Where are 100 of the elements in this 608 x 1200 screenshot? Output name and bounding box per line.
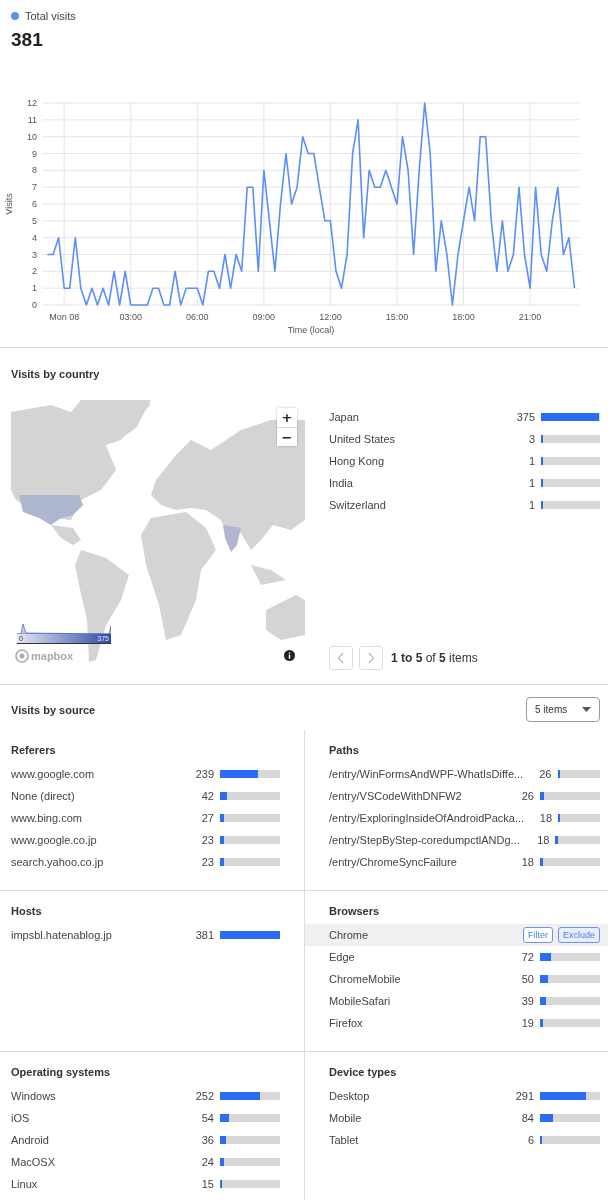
visit-count: 50 (520, 973, 534, 985)
visit-count: 1 (527, 455, 535, 467)
list-row[interactable]: impsbl.hatenablog.jp 381 (11, 924, 280, 946)
item-name: Windows (11, 1090, 57, 1102)
list-row[interactable]: Edge 72 (305, 946, 600, 968)
axis-tick-label: 8 (32, 165, 37, 176)
axis-tick-label: 12:00 (319, 312, 342, 322)
axis-tick-label: 12 (27, 98, 37, 108)
item-name: Linux (11, 1178, 39, 1190)
visit-count: 239 (194, 768, 214, 780)
zoom-in-button[interactable]: + (277, 408, 297, 427)
item-name: iOS (11, 1112, 31, 1124)
visit-count: 15 (200, 1178, 214, 1190)
progress-bar (540, 1114, 600, 1122)
country-name: Hong Kong (329, 455, 386, 467)
axis-tick-label: 03:00 (119, 312, 142, 322)
list-row[interactable]: www.google.com 239 (11, 763, 280, 785)
progress-bar (541, 413, 600, 421)
progress-bar (220, 770, 280, 778)
list-row[interactable]: Tablet 6 (305, 1129, 600, 1151)
visit-count: 23 (200, 834, 214, 846)
axis-tick-label: 11 (27, 114, 37, 125)
progress-bar (220, 1092, 280, 1100)
axis-title: Visits (4, 193, 14, 215)
list-row[interactable]: MobileSafari 39 (305, 990, 600, 1012)
visit-count: 26 (538, 768, 552, 780)
progress-bar (541, 501, 600, 509)
progress-bar (220, 858, 280, 866)
list-row[interactable]: /entry/VSCodeWithDNFW2 26 (305, 785, 600, 807)
list-row[interactable]: iOS 54 (11, 1107, 280, 1129)
list-row[interactable]: www.google.co.jp 23 (11, 829, 280, 851)
exclude-button[interactable]: Exclude (557, 927, 600, 943)
item-name: /entry/WinFormsAndWPF-WhatIsDiffe... (329, 768, 524, 780)
axis-tick-label: 9 (32, 148, 37, 159)
axis-title: Time (local) (287, 325, 335, 335)
progress-bar (540, 858, 600, 866)
item-name: Android (11, 1134, 50, 1146)
axis-tick-label: 3 (32, 249, 37, 260)
histogram-icon (17, 624, 111, 634)
item-name: MacOSX (11, 1156, 56, 1168)
chevron-right-icon (367, 652, 375, 664)
caret-icon (582, 707, 591, 712)
item-name: www.google.co.jp (11, 834, 98, 846)
list-row[interactable]: /entry/ChromeSyncFailure 18 (305, 851, 600, 873)
zoom-out-button[interactable]: − (277, 427, 297, 446)
item-name: search.yahoo.co.jp (11, 856, 105, 868)
progress-bar (540, 975, 600, 983)
list-row[interactable]: None (direct) 42 (11, 785, 280, 807)
progress-bar (220, 1114, 280, 1122)
progress-bar (220, 931, 280, 939)
progress-bar (557, 770, 600, 778)
list-row[interactable]: www.bing.com 27 (11, 807, 280, 829)
visit-count: 1 (527, 477, 535, 489)
list-row[interactable]: Windows 252 (11, 1085, 280, 1107)
list-row[interactable]: Android 36 (11, 1129, 280, 1151)
item-name: None (direct) (11, 790, 76, 802)
axis-tick-label: 2 (32, 266, 37, 277)
item-name: www.bing.com (11, 812, 83, 824)
visit-count: 18 (536, 834, 550, 846)
list-row[interactable]: MacOSX 24 (11, 1151, 280, 1173)
country-name: United States (329, 433, 397, 445)
map-logo: mapbox (31, 650, 74, 662)
list-row[interactable]: /entry/WinFormsAndWPF-WhatIsDiffe... 26 (305, 763, 600, 785)
axis-tick-label: 7 (32, 182, 37, 193)
list-row[interactable]: Desktop 291 (305, 1085, 600, 1107)
list-row[interactable]: Firefox 19 (305, 1012, 600, 1034)
progress-bar (540, 997, 600, 1005)
logo-icon (15, 649, 29, 663)
visit-count: 42 (200, 790, 214, 802)
axis-tick-label: 4 (32, 232, 37, 243)
visit-count: 26 (520, 790, 534, 802)
list-row[interactable]: ChromeMobile 50 (305, 968, 600, 990)
axis-tick-label: 5 (32, 215, 37, 226)
axis-tick-label: 21:00 (518, 312, 542, 322)
list-row[interactable]: Mobile 84 (305, 1107, 600, 1129)
visit-count: 19 (520, 1017, 534, 1029)
visit-count: 291 (514, 1090, 534, 1102)
visit-count: 375 (515, 411, 535, 423)
highlighted-row[interactable]: Chrome Filter Exclude (305, 924, 608, 946)
list-row[interactable]: /entry/StepByStep-coredumpctlANDg... 18 (305, 829, 600, 851)
visit-count: 252 (194, 1090, 214, 1102)
panel-title: Operating systems (11, 1065, 112, 1080)
item-name: /entry/VSCodeWithDNFW2 (329, 790, 463, 802)
list-row[interactable]: search.yahoo.co.jp 23 (11, 851, 280, 873)
axis-tick-label: 1 (32, 283, 37, 294)
item-name: impsbl.hatenablog.jp (11, 929, 113, 941)
visit-count: 23 (200, 856, 214, 868)
country-name: India (329, 477, 354, 489)
items-dropdown[interactable]: 5 items (526, 697, 600, 722)
axis-tick-label: 0 (32, 300, 37, 310)
legend-label: Total visits (25, 10, 76, 22)
panel-title: Device types (328, 1065, 398, 1080)
list-row[interactable]: /entry/ExploringInsideOfAndroidPacka... 18 (305, 807, 600, 829)
item-name: www.google.com (11, 768, 96, 780)
item-name: Desktop (329, 1090, 371, 1102)
progress-bar (220, 1180, 280, 1188)
info-icon[interactable] (284, 650, 295, 661)
filter-button[interactable]: Filter (522, 927, 553, 943)
progress-bar (555, 836, 600, 844)
list-row[interactable]: Linux 15 (11, 1173, 280, 1195)
